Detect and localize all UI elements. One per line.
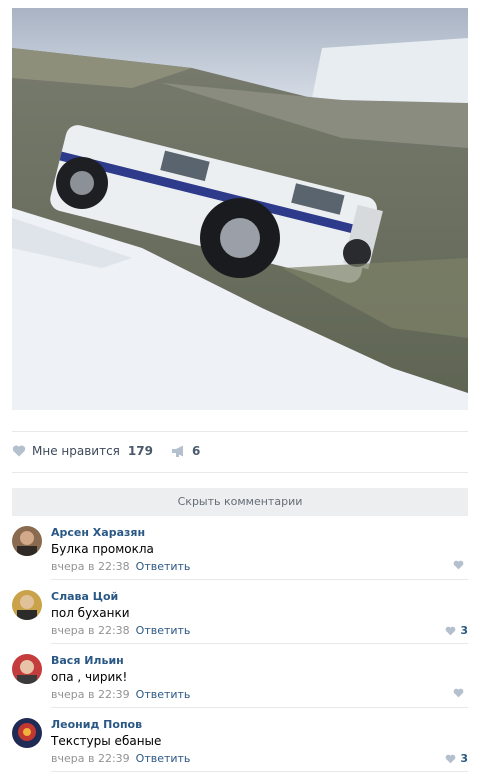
comment-like-button[interactable] — [453, 688, 468, 698]
comment-item: Слава Цой пол буханки вчера в 22:38 Ответ… — [12, 580, 468, 644]
comment-like-button[interactable]: 3 — [445, 752, 468, 765]
heart-icon — [445, 626, 456, 635]
comment-text: пол буханки — [51, 606, 130, 620]
hide-comments-button[interactable]: Скрыть комментарии — [12, 488, 468, 516]
like-count: 179 — [127, 444, 153, 458]
separator — [12, 472, 468, 473]
comment-text: Текстуры ебаные — [51, 734, 162, 748]
comment-time[interactable]: вчера в 22:39 — [51, 752, 130, 765]
comment-item: Леонид Попов Текстуры ебаные вчера в 22:… — [12, 708, 468, 772]
comment-author[interactable]: Леонид Попов — [51, 718, 142, 731]
like-button[interactable]: Мне нравится 179 — [12, 444, 153, 458]
reply-link[interactable]: Ответить — [136, 752, 191, 765]
comment-like-button[interactable]: 3 — [445, 624, 468, 637]
heart-icon — [453, 560, 464, 570]
comment-time[interactable]: вчера в 22:38 — [51, 624, 130, 637]
separator — [51, 771, 468, 772]
separator — [12, 431, 468, 432]
heart-icon — [12, 445, 26, 457]
reply-link[interactable]: Ответить — [136, 688, 191, 701]
post-actions: Мне нравится 179 6 — [12, 440, 200, 462]
comment-time[interactable]: вчера в 22:38 — [51, 560, 130, 573]
heart-icon — [453, 688, 464, 698]
comment-text: Булка промокла — [51, 542, 154, 556]
heart-icon — [445, 754, 456, 763]
comment-item: Вася Ильин опа , чирик! вчера в 22:39 Отв… — [12, 644, 468, 708]
comment-author[interactable]: Арсен Харазян — [51, 526, 145, 539]
comment-time[interactable]: вчера в 22:39 — [51, 688, 130, 701]
comment-like-button[interactable] — [453, 560, 468, 570]
comment-item: Арсен Харазян Булка промокла вчера в 22:… — [12, 516, 468, 580]
post-photo[interactable] — [12, 8, 468, 410]
like-label: Мне нравится — [32, 444, 120, 458]
comment-author[interactable]: Вася Ильин — [51, 654, 124, 667]
share-count: 6 — [191, 444, 201, 458]
megaphone-icon — [171, 445, 183, 457]
reply-link[interactable]: Ответить — [136, 560, 191, 573]
avatar[interactable] — [12, 526, 42, 556]
comment-like-count: 3 — [460, 624, 468, 637]
reply-link[interactable]: Ответить — [136, 624, 191, 637]
comment-text: опа , чирик! — [51, 670, 128, 684]
comment-author[interactable]: Слава Цой — [51, 590, 118, 603]
comment-like-count: 3 — [460, 752, 468, 765]
share-button[interactable]: 6 — [171, 444, 200, 458]
comment-meta: вчера в 22:38 Ответить — [51, 624, 190, 637]
avatar[interactable] — [12, 590, 42, 620]
comment-meta: вчера в 22:38 Ответить — [51, 560, 190, 573]
avatar[interactable] — [12, 654, 42, 684]
comment-meta: вчера в 22:39 Ответить — [51, 752, 190, 765]
comment-meta: вчера в 22:39 Ответить — [51, 688, 190, 701]
avatar[interactable] — [12, 718, 42, 748]
